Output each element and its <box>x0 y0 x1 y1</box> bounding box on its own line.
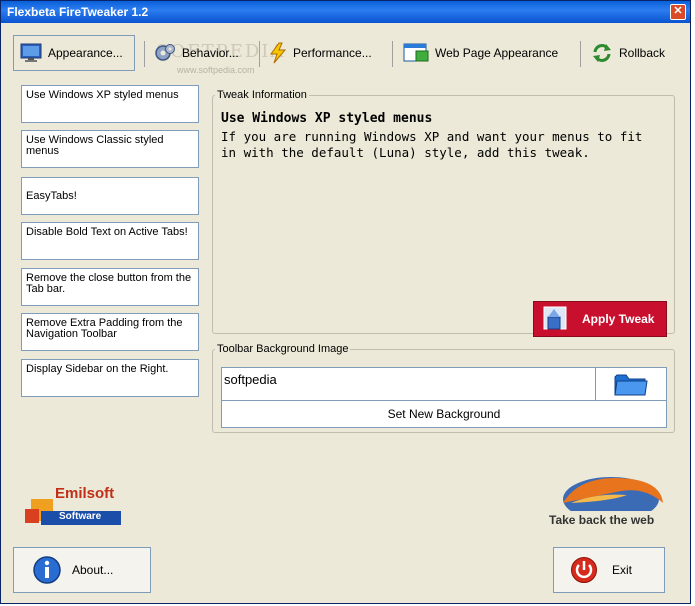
window-icon <box>403 43 429 62</box>
toolbar-separator <box>259 41 260 67</box>
title-bar: Flexbeta FireTweaker 1.2 ✕ <box>1 1 690 23</box>
emilsoft-logo: Emilsoft Software <box>25 485 135 527</box>
tab-rollback-label: Rollback <box>619 46 666 60</box>
tab-performance-label: Performance... <box>293 46 372 60</box>
tweak-item[interactable]: Use Windows XP styled menus <box>21 85 199 123</box>
tab-behavior[interactable]: Behavior... <box>154 39 239 67</box>
tweak-description: If you are running Windows XP and want y… <box>221 129 643 160</box>
monitor-icon <box>20 43 42 62</box>
power-icon <box>571 557 597 583</box>
apply-tweak-label: Apply Tweak <box>582 312 655 326</box>
exit-button[interactable]: Exit <box>553 547 665 593</box>
tab-appearance-label: Appearance... <box>48 46 123 60</box>
emilsoft-logo-text: Emilsoft <box>55 485 115 502</box>
apply-tweak-button[interactable]: Apply Tweak <box>533 301 667 337</box>
background-image-input[interactable]: softpedia <box>221 367 596 401</box>
tweak-information-panel: Tweak Information Use Windows XP styled … <box>212 89 675 337</box>
set-new-background-button[interactable]: Set New Background <box>221 400 667 428</box>
lightning-icon <box>270 42 287 64</box>
firefox-logo: Take back the web <box>541 471 671 531</box>
tab-rollback[interactable]: Rollback <box>591 39 665 67</box>
tweak-item[interactable]: Remove the close button from the Tab bar… <box>21 268 199 306</box>
toolbar-background-panel: Toolbar Background Image softpedia Set N… <box>212 343 675 433</box>
emilsoft-logo-subtext: Software <box>59 511 102 522</box>
refresh-arrows-icon <box>593 44 611 62</box>
info-icon <box>33 556 61 584</box>
tab-appearance[interactable]: Appearance... <box>13 35 135 71</box>
close-button[interactable]: ✕ <box>670 4 686 20</box>
about-button[interactable]: About... <box>13 547 151 593</box>
tweak-item[interactable]: EasyTabs! <box>21 177 199 215</box>
tab-web-page-appearance[interactable]: Web Page Appearance <box>403 39 558 67</box>
install-box-icon <box>543 306 567 330</box>
main-window: Flexbeta FireTweaker 1.2 ✕ SOFTPEDIA www… <box>0 0 691 604</box>
tab-performance[interactable]: Performance... <box>269 39 372 67</box>
tweak-information-legend: Tweak Information <box>217 89 307 101</box>
window-title: Flexbeta FireTweaker 1.2 <box>7 5 149 19</box>
tweak-item[interactable]: Display Sidebar on the Right. <box>21 359 199 397</box>
gears-icon <box>155 44 175 61</box>
tweak-category-toolbar: Appearance... Behavior... Performance... <box>7 29 686 73</box>
toolbar-separator <box>580 41 581 67</box>
tab-behavior-label: Behavior... <box>182 46 239 60</box>
toolbar-separator <box>392 41 393 67</box>
tweak-item[interactable]: Disable Bold Text on Active Tabs! <box>21 222 199 260</box>
toolbar-separator <box>144 41 145 67</box>
folder-icon <box>614 374 648 396</box>
browse-folder-button[interactable] <box>595 367 667 401</box>
toolbar-background-legend: Toolbar Background Image <box>217 343 349 355</box>
tweak-title: Use Windows XP styled menus <box>221 111 433 126</box>
tab-web-page-appearance-label: Web Page Appearance <box>435 46 559 60</box>
tweak-item[interactable]: Use Windows Classic styled menus <box>21 130 199 168</box>
firefox-globe-icon <box>563 477 663 521</box>
exit-label: Exit <box>612 563 633 577</box>
tweak-item[interactable]: Remove Extra Padding from the Navigation… <box>21 313 199 351</box>
firefox-tagline: Take back the web <box>549 513 655 527</box>
about-label: About... <box>72 563 114 577</box>
